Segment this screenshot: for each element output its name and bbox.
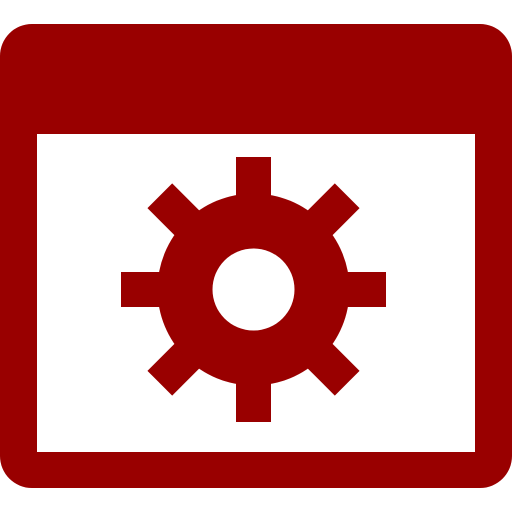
icon-canvas xyxy=(0,0,512,512)
gear-icon xyxy=(121,157,386,422)
app-window-settings-icon xyxy=(0,24,512,488)
